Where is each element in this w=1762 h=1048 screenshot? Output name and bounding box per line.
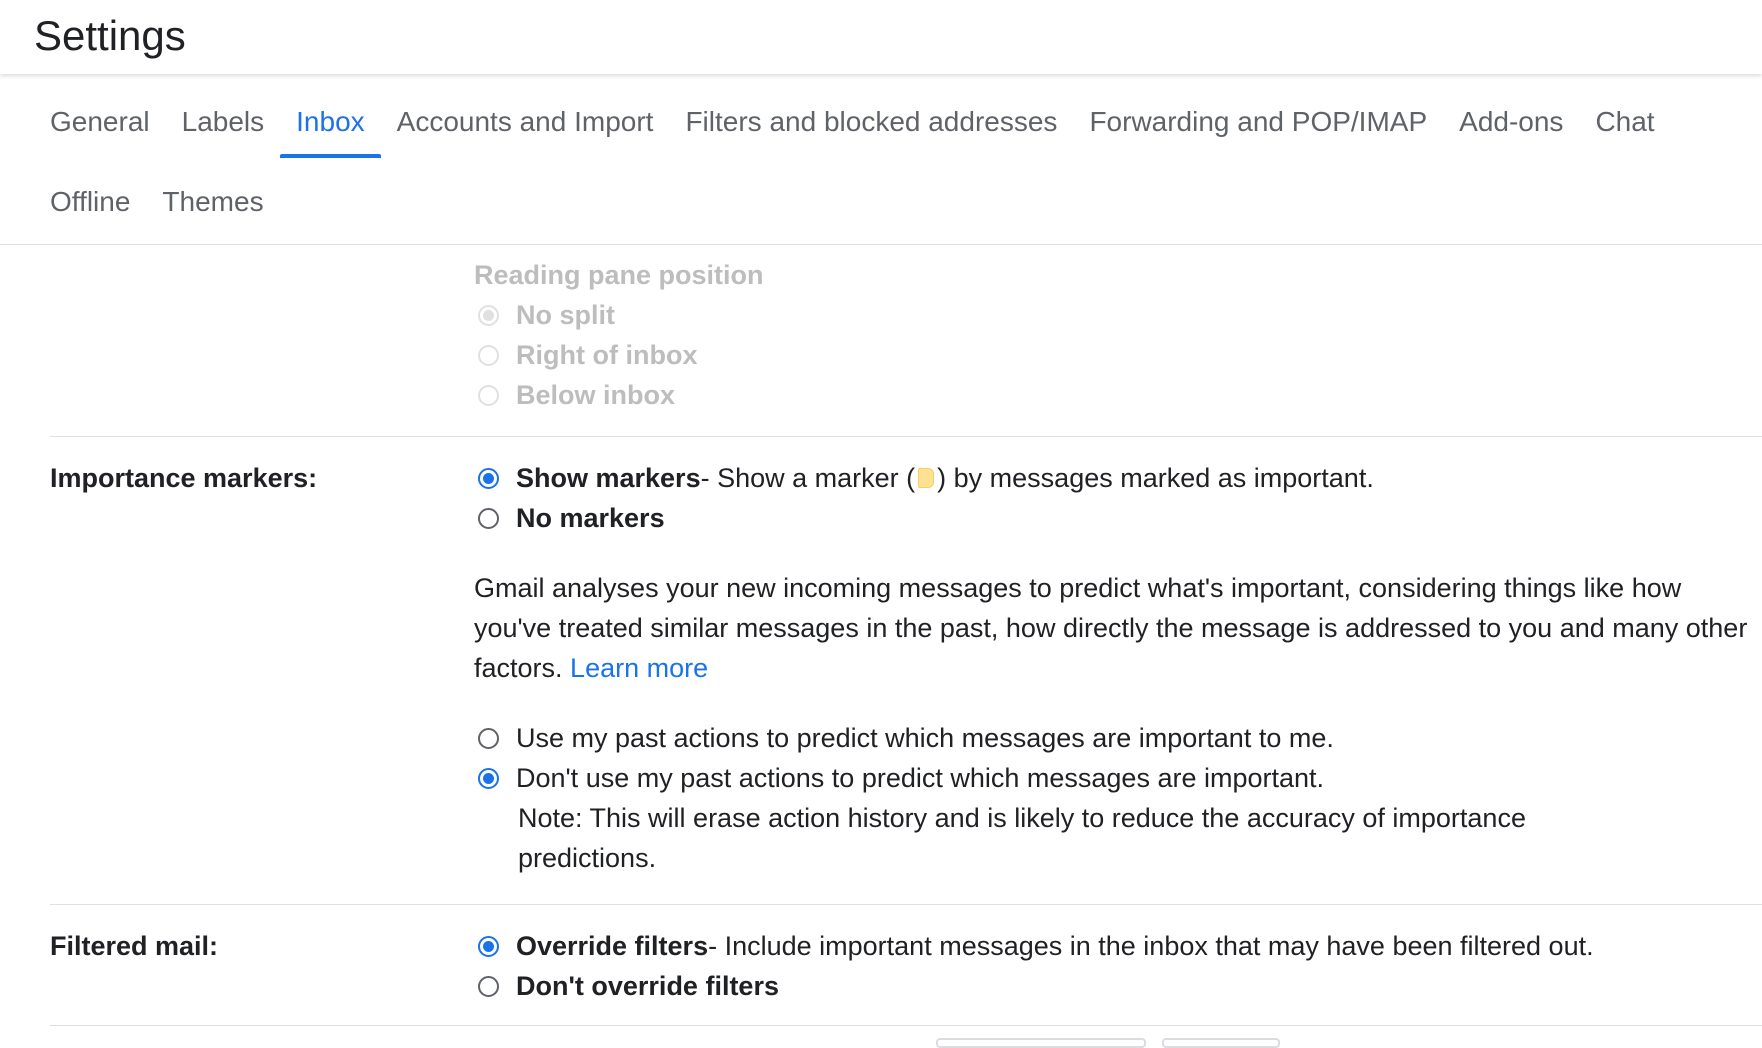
filtered-mail-options: Override filters - Include important mes… bbox=[474, 926, 1762, 1006]
section-divider bbox=[50, 436, 1762, 437]
learn-more-link[interactable]: Learn more bbox=[570, 653, 708, 683]
importance-markers-label: Importance markers: bbox=[50, 463, 318, 493]
option-show-markers[interactable]: Show markers - Show a marker ( ) by mess… bbox=[474, 458, 1762, 498]
dont-use-past-actions-label: Don't use my past actions to predict whi… bbox=[516, 762, 1325, 793]
tab-row-1: General Labels Inbox Accounts and Import… bbox=[34, 92, 1671, 158]
radio-dont-use-past-actions[interactable] bbox=[478, 767, 499, 789]
tab-offline[interactable]: Offline bbox=[34, 172, 146, 238]
section-divider bbox=[50, 1025, 1762, 1026]
no-markers-title: No markers bbox=[516, 502, 665, 533]
radio-right-of-inbox[interactable] bbox=[478, 344, 499, 366]
cancel-button[interactable] bbox=[1162, 1038, 1280, 1048]
tab-themes[interactable]: Themes bbox=[146, 172, 279, 238]
tab-general[interactable]: General bbox=[34, 92, 166, 158]
radio-show-markers[interactable] bbox=[478, 467, 499, 489]
option-no-markers[interactable]: No markers bbox=[474, 498, 1762, 538]
erase-history-note: Note: This will erase action history and… bbox=[518, 803, 1526, 873]
tab-add-ons[interactable]: Add-ons bbox=[1443, 92, 1579, 158]
override-filters-title: Override filters bbox=[516, 930, 709, 961]
reading-pane-section: Reading pane position No split Right of … bbox=[474, 255, 1762, 415]
reading-pane-option-no-split[interactable]: No split bbox=[474, 295, 1762, 335]
option-label: No split bbox=[516, 299, 615, 330]
radio-override-filters[interactable] bbox=[478, 935, 499, 957]
save-changes-button[interactable] bbox=[936, 1038, 1146, 1048]
tab-chat[interactable]: Chat bbox=[1579, 92, 1670, 158]
filtered-mail-label: Filtered mail: bbox=[50, 931, 219, 961]
reading-pane-option-right-of-inbox[interactable]: Right of inbox bbox=[474, 335, 1762, 375]
importance-markers-options: Show markers - Show a marker ( ) by mess… bbox=[474, 458, 1762, 878]
dont-override-filters-title: Don't override filters bbox=[516, 970, 779, 1001]
radio-no-split[interactable] bbox=[478, 304, 499, 326]
tab-labels[interactable]: Labels bbox=[166, 92, 281, 158]
radio-dont-override-filters[interactable] bbox=[478, 975, 499, 997]
reading-pane-heading: Reading pane position bbox=[474, 260, 764, 290]
use-past-actions-label: Use my past actions to predict which mes… bbox=[516, 722, 1334, 753]
tab-filters-and-blocked-addresses[interactable]: Filters and blocked addresses bbox=[669, 92, 1073, 158]
tab-inbox[interactable]: Inbox bbox=[280, 92, 381, 158]
option-override-filters[interactable]: Override filters - Include important mes… bbox=[474, 926, 1762, 966]
option-use-past-actions[interactable]: Use my past actions to predict which mes… bbox=[474, 718, 1762, 758]
option-label: Below inbox bbox=[516, 379, 676, 410]
header: Settings bbox=[0, 0, 1762, 74]
option-dont-use-past-actions[interactable]: Don't use my past actions to predict whi… bbox=[474, 758, 1762, 798]
tab-row-2: Offline Themes bbox=[34, 172, 280, 238]
override-filters-desc: - Include important messages in the inbo… bbox=[708, 930, 1594, 961]
option-dont-override-filters[interactable]: Don't override filters bbox=[474, 966, 1762, 1006]
tab-forwarding-and-pop-imap[interactable]: Forwarding and POP/IMAP bbox=[1073, 92, 1443, 158]
show-markers-desc-before: - Show a marker ( bbox=[700, 462, 916, 493]
option-label: Right of inbox bbox=[516, 339, 698, 370]
settings-tabbar: General Labels Inbox Accounts and Import… bbox=[0, 92, 1762, 245]
section-divider bbox=[50, 904, 1762, 905]
importance-explanation: Gmail analyses your new incoming message… bbox=[474, 568, 1762, 688]
radio-below-inbox[interactable] bbox=[478, 384, 499, 406]
page-title: Settings bbox=[34, 12, 186, 59]
radio-no-markers[interactable] bbox=[478, 507, 499, 529]
show-markers-desc-after: ) by messages marked as important. bbox=[937, 462, 1374, 493]
importance-marker-icon bbox=[918, 468, 935, 488]
show-markers-title: Show markers bbox=[516, 462, 701, 493]
tab-accounts-and-import[interactable]: Accounts and Import bbox=[381, 92, 670, 158]
reading-pane-option-below-inbox[interactable]: Below inbox bbox=[474, 375, 1762, 415]
radio-use-past-actions[interactable] bbox=[478, 727, 499, 749]
